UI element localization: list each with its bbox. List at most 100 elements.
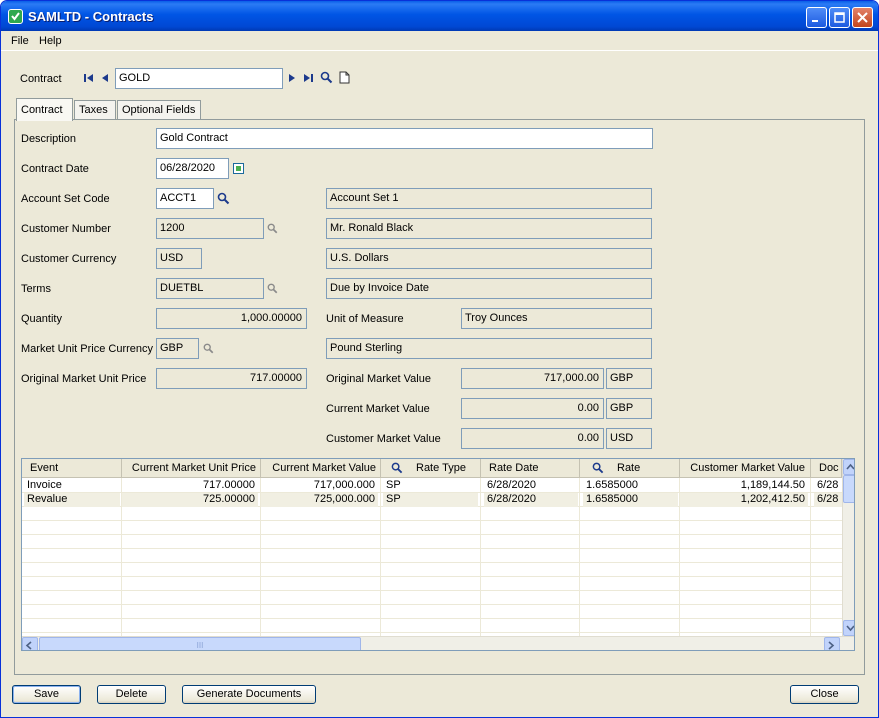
column-header-current-market-value[interactable]: Current Market Value <box>261 459 381 478</box>
horizontal-scroll-thumb[interactable]: III <box>39 637 361 650</box>
account-set-description: Account Set 1 <box>326 188 652 209</box>
current-market-value-currency: GBP <box>606 398 652 419</box>
scroll-right-button[interactable] <box>824 637 840 650</box>
vertical-scrollbar[interactable] <box>842 459 854 636</box>
grid-line <box>22 632 842 633</box>
customer-search-icon <box>267 223 278 237</box>
customer-market-value-currency: USD <box>606 428 652 449</box>
original-market-value-field: 717,000.00 <box>461 368 604 389</box>
contract-date-input[interactable]: 06/28/2020 <box>156 158 229 179</box>
customer-currency-field: USD <box>156 248 202 269</box>
description-input[interactable]: Gold Contract <box>156 128 653 149</box>
cell-rate-type[interactable]: SP <box>383 493 478 507</box>
next-record-icon[interactable] <box>288 73 296 86</box>
description-label: Description <box>21 133 77 145</box>
cell-rate[interactable]: 1.6585000 <box>583 479 678 493</box>
close-button[interactable]: Close <box>790 685 859 704</box>
original-unit-price-label: Original Market Unit Price <box>21 373 147 385</box>
scroll-left-button[interactable] <box>22 637 38 650</box>
cell-rate-date[interactable]: 6/28/2020 <box>484 493 578 507</box>
quantity-label: Quantity <box>21 313 62 325</box>
contracts-window: SAMLTD - Contracts File Help Contract GO… <box>0 0 879 718</box>
close-window-button[interactable] <box>852 7 873 28</box>
quantity-field: 1,000.00000 <box>156 308 307 329</box>
cell-rate[interactable]: 1.6585000 <box>583 493 678 507</box>
chevron-down-icon <box>846 625 854 632</box>
column-header-rate[interactable]: Rate <box>580 459 680 478</box>
close-icon <box>857 12 868 23</box>
window-title: SAMLTD - Contracts <box>28 9 154 24</box>
delete-button[interactable]: Delete <box>97 685 166 704</box>
maximize-button[interactable] <box>829 7 850 28</box>
terms-search-icon <box>267 283 278 297</box>
title-bar[interactable]: SAMLTD - Contracts <box>1 1 878 31</box>
previous-record-icon[interactable] <box>101 73 109 86</box>
maximize-icon <box>834 12 845 23</box>
cell-unit-price[interactable]: 717.00000 <box>122 479 258 493</box>
grid-line <box>579 478 580 636</box>
chevron-up-icon <box>846 463 854 470</box>
original-unit-price-field: 717.00000 <box>156 368 307 389</box>
account-set-input[interactable]: ACCT1 <box>156 188 214 209</box>
column-header-rate-date[interactable]: Rate Date <box>481 459 580 478</box>
menu-help[interactable]: Help <box>39 35 62 47</box>
scroll-up-button[interactable] <box>843 459 854 475</box>
rate-type-search-icon[interactable] <box>391 462 403 477</box>
chevron-right-icon <box>828 641 835 650</box>
customer-number-field: 1200 <box>156 218 264 239</box>
contract-input[interactable]: GOLD <box>115 68 283 89</box>
minimize-button[interactable] <box>806 7 827 28</box>
vertical-scroll-thumb[interactable] <box>843 475 854 503</box>
terms-description: Due by Invoice Date <box>326 278 652 299</box>
generate-documents-button[interactable]: Generate Documents <box>182 685 316 704</box>
original-market-value-label: Original Market Value <box>326 373 431 385</box>
grid-line <box>480 478 481 636</box>
column-header-doc[interactable]: Doc <box>811 459 842 478</box>
grid-line <box>380 478 381 636</box>
tab-optional-fields[interactable]: Optional Fields <box>117 100 201 120</box>
events-grid[interactable]: Event Current Market Unit Price Current … <box>21 458 855 651</box>
contract-label: Contract <box>20 73 62 85</box>
column-header-current-market-unit-price[interactable]: Current Market Unit Price <box>122 459 261 478</box>
finder-search-icon[interactable] <box>320 71 333 87</box>
tab-taxes[interactable]: Taxes <box>74 100 116 120</box>
grid-line <box>22 618 842 619</box>
new-document-icon[interactable] <box>339 71 350 87</box>
calendar-icon[interactable] <box>233 163 244 177</box>
save-button[interactable]: Save <box>12 685 81 704</box>
grid-line <box>22 590 842 591</box>
cell-customer-market-value[interactable]: 1,189,144.50 <box>680 479 808 493</box>
menu-file[interactable]: File <box>11 35 29 47</box>
column-header-rate-type[interactable]: Rate Type <box>381 459 481 478</box>
grid-line <box>22 562 842 563</box>
customer-currency-label: Customer Currency <box>21 253 117 265</box>
cell-rate-date[interactable]: 6/28/2020 <box>484 479 578 493</box>
cell-unit-price[interactable]: 725.00000 <box>122 493 258 507</box>
minimize-icon <box>812 20 818 22</box>
cell-doc[interactable]: 6/28 <box>814 479 842 493</box>
cell-market-value[interactable]: 725,000.000 <box>261 493 378 507</box>
horizontal-scrollbar[interactable]: III <box>22 636 854 650</box>
cell-event[interactable]: Invoice <box>24 479 120 493</box>
customer-currency-description: U.S. Dollars <box>326 248 652 269</box>
app-icon <box>8 9 23 24</box>
column-header-customer-market-value[interactable]: Customer Market Value <box>680 459 811 478</box>
cell-doc[interactable]: 6/28 <box>814 493 842 507</box>
column-header-event[interactable]: Event <box>22 459 122 478</box>
cell-rate-type[interactable]: SP <box>383 479 478 493</box>
last-record-icon[interactable] <box>303 73 315 86</box>
rate-search-icon[interactable] <box>592 462 604 477</box>
contract-date-label: Contract Date <box>21 163 89 175</box>
account-set-search-icon[interactable] <box>217 192 230 208</box>
customer-market-value-field: 0.00 <box>461 428 604 449</box>
grid-line <box>22 604 842 605</box>
scroll-down-button[interactable] <box>843 620 854 636</box>
first-record-icon[interactable] <box>83 73 95 86</box>
account-set-label: Account Set Code <box>21 193 110 205</box>
current-market-value-label: Current Market Value <box>326 403 430 415</box>
tab-contract[interactable]: Contract <box>16 98 73 121</box>
cell-customer-market-value[interactable]: 1,202,412.50 <box>680 493 808 507</box>
grid-line <box>22 548 842 549</box>
cell-event[interactable]: Revalue <box>24 493 120 507</box>
cell-market-value[interactable]: 717,000.000 <box>261 479 378 493</box>
